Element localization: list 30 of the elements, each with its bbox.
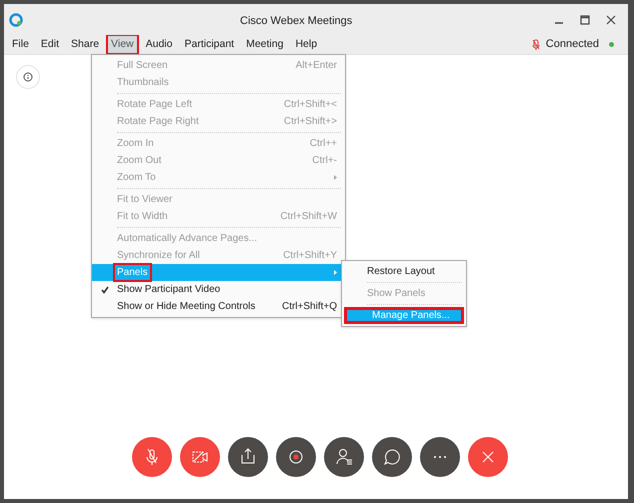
menu-item[interactable]: Participant <box>179 34 240 56</box>
connection-status: Connected <box>546 37 599 52</box>
participants-button[interactable] <box>324 437 364 477</box>
app-logo-icon <box>9 12 23 26</box>
menu-item[interactable]: Meeting <box>241 34 288 56</box>
chat-button[interactable] <box>372 437 412 477</box>
maximize-icon[interactable] <box>580 14 590 24</box>
menu-item[interactable]: File <box>7 34 34 56</box>
info-icon <box>23 72 33 82</box>
microphone-icon <box>532 38 540 50</box>
submenu-arrow-icon <box>334 175 337 180</box>
menu-option[interactable]: Show Participant Video <box>92 281 345 298</box>
menu-item[interactable]: Edit <box>36 34 64 56</box>
menu-option[interactable]: Restore Layout <box>342 263 466 280</box>
menu-item[interactable]: Share <box>66 34 104 56</box>
more-button[interactable] <box>420 437 460 477</box>
leave-button[interactable] <box>468 437 508 477</box>
mute-button[interactable] <box>132 437 172 477</box>
close-icon[interactable] <box>606 14 616 24</box>
share-button[interactable] <box>228 437 268 477</box>
submenu-arrow-icon <box>334 270 337 275</box>
info-button[interactable] <box>16 65 40 89</box>
menu-option[interactable]: Manage Panels... <box>344 307 464 324</box>
window-title: Cisco Webex Meetings <box>240 14 352 29</box>
record-button[interactable] <box>276 437 316 477</box>
menu-item[interactable]: Help <box>290 34 322 56</box>
checkmark-icon <box>100 286 108 294</box>
video-button[interactable] <box>180 437 220 477</box>
menu-item[interactable]: Audio <box>140 34 178 56</box>
menu-option[interactable]: Show or Hide Meeting Controls Ctrl+Shift+Q <box>92 298 345 315</box>
